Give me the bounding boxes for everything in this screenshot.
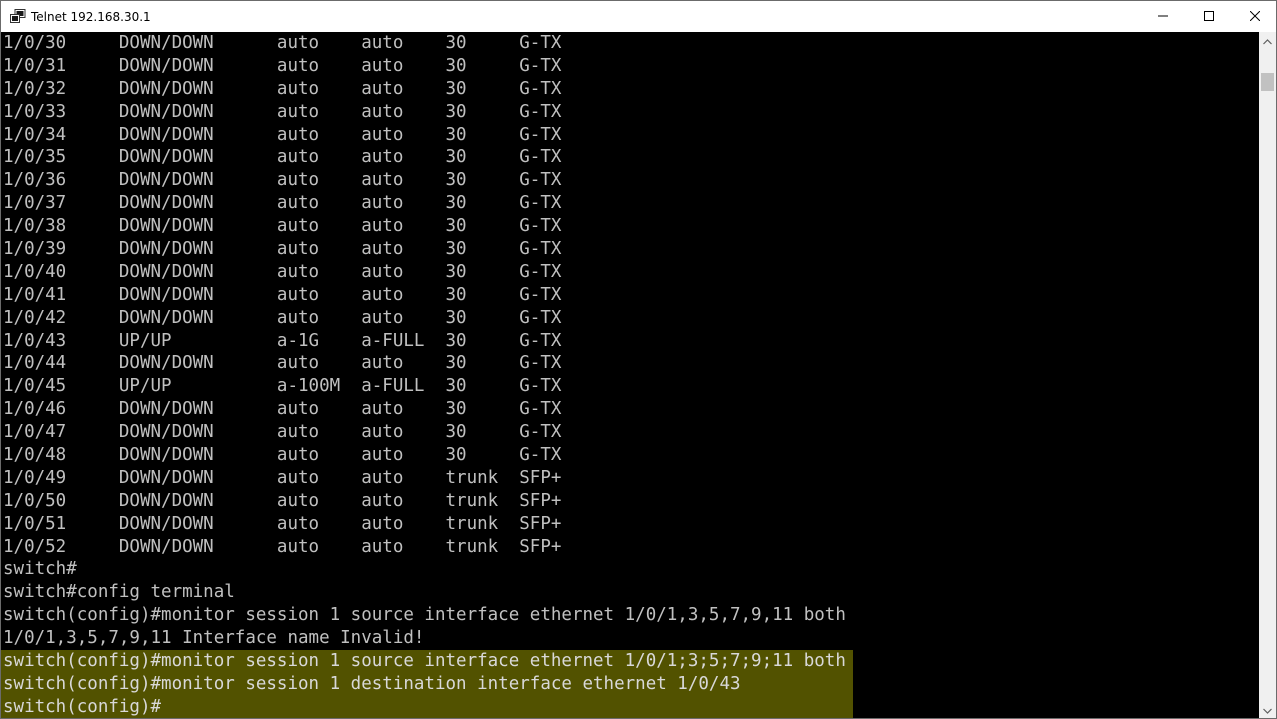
terminal-line: switch(config)#monitor session 1 destina…: [3, 673, 741, 694]
terminal-line: 1/0/39 DOWN/DOWN auto auto 30 G-TX: [3, 239, 562, 260]
close-button[interactable]: [1232, 1, 1276, 32]
terminal-line: switch(config)#: [3, 696, 162, 717]
terminal-line: 1/0/32 DOWN/DOWN auto auto 30 G-TX: [3, 78, 562, 99]
terminal-line: 1/0/40 DOWN/DOWN auto auto 30 G-TX: [3, 261, 562, 282]
minimize-button[interactable]: [1140, 1, 1186, 32]
terminal-line: switch(config)#monitor session 1 source …: [3, 651, 846, 672]
telnet-window: Telnet 192.168.30.1 1/0/30 DOWN/DOWN aut…: [0, 0, 1277, 719]
maximize-button[interactable]: [1186, 1, 1232, 32]
terminal-console[interactable]: 1/0/30 DOWN/DOWN auto auto 30 G-TX 1/0/31…: [1, 32, 1259, 718]
terminal-line: 1/0/48 DOWN/DOWN auto auto 30 G-TX: [3, 445, 562, 466]
terminal-line: 1/0/45 UP/UP a-100M a-FULL 30 G-TX: [3, 376, 562, 397]
terminal-line: 1/0/52 DOWN/DOWN auto auto trunk SFP+: [3, 536, 562, 557]
terminal-line: 1/0/34 DOWN/DOWN auto auto 30 G-TX: [3, 124, 562, 145]
terminal-line: 1/0/1,3,5,7,9,11 Interface name Invalid!: [3, 628, 425, 649]
telnet-console-icon: [10, 9, 26, 23]
scroll-down-button[interactable]: [1259, 701, 1276, 718]
maximize-icon: [1204, 10, 1214, 24]
scroll-up-arrow-icon: [1263, 32, 1272, 50]
title-bar[interactable]: Telnet 192.168.30.1: [1, 1, 1276, 32]
scroll-up-button[interactable]: [1259, 32, 1276, 49]
scroll-down-arrow-icon: [1263, 701, 1272, 719]
terminal-line: 1/0/31 DOWN/DOWN auto auto 30 G-TX: [3, 55, 562, 76]
terminal-line: 1/0/49 DOWN/DOWN auto auto trunk SFP+: [3, 467, 562, 488]
terminal-line: switch(config)#monitor session 1 source …: [3, 605, 846, 626]
vertical-scrollbar[interactable]: [1259, 32, 1276, 718]
terminal-line: 1/0/33 DOWN/DOWN auto auto 30 G-TX: [3, 101, 562, 122]
scroll-thumb[interactable]: [1261, 73, 1274, 91]
terminal-line: 1/0/51 DOWN/DOWN auto auto trunk SFP+: [3, 513, 562, 534]
terminal-line: 1/0/47 DOWN/DOWN auto auto 30 G-TX: [3, 422, 562, 443]
terminal-line: switch#: [3, 559, 77, 580]
terminal-line: 1/0/36 DOWN/DOWN auto auto 30 G-TX: [3, 170, 562, 191]
terminal-line: 1/0/44 DOWN/DOWN auto auto 30 G-TX: [3, 353, 562, 374]
terminal-line: 1/0/46 DOWN/DOWN auto auto 30 G-TX: [3, 399, 562, 420]
close-icon: [1249, 10, 1261, 24]
terminal-output: 1/0/30 DOWN/DOWN auto auto 30 G-TX 1/0/31…: [3, 32, 846, 718]
terminal-line: 1/0/50 DOWN/DOWN auto auto trunk SFP+: [3, 490, 562, 511]
window-title: Telnet 192.168.30.1: [31, 10, 151, 24]
terminal-line: 1/0/43 UP/UP a-1G a-FULL 30 G-TX: [3, 330, 562, 351]
terminal-line: 1/0/38 DOWN/DOWN auto auto 30 G-TX: [3, 216, 562, 237]
terminal-line: 1/0/35 DOWN/DOWN auto auto 30 G-TX: [3, 147, 562, 168]
terminal-line: 1/0/41 DOWN/DOWN auto auto 30 G-TX: [3, 284, 562, 305]
terminal-line: 1/0/42 DOWN/DOWN auto auto 30 G-TX: [3, 307, 562, 328]
terminal-line: 1/0/37 DOWN/DOWN auto auto 30 G-TX: [3, 193, 562, 214]
minimize-icon: [1158, 10, 1168, 24]
terminal-line: switch#config terminal: [3, 582, 235, 603]
terminal-line: 1/0/30 DOWN/DOWN auto auto 30 G-TX: [3, 33, 562, 53]
